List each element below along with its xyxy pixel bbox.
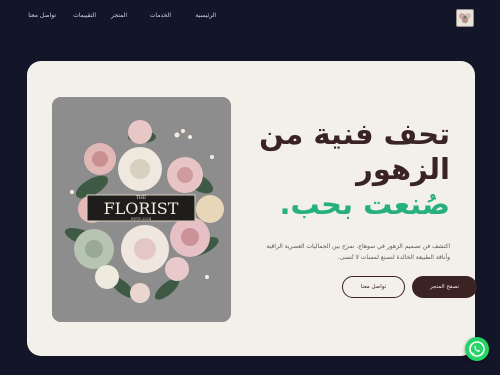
nav-link-home[interactable]: الرئيسية [195,12,216,19]
hero-section: THE FLORIST ESTD 2024 تحف فنية من الزهور… [27,61,477,356]
headline-line-1: تحف فنية من [259,117,450,151]
headline-line-3: صُنعت بحب. [279,187,450,221]
whatsapp-icon[interactable] [465,337,489,361]
top-navbar: الرئيسية الخدمات المتجر التقييمات تواصل … [0,0,500,38]
browse-store-button[interactable]: تصفح المتجر [412,276,477,298]
florist-bouquet-image: THE FLORIST ESTD 2024 [52,97,231,322]
brand-name-text: FLORIST [104,199,179,218]
nav-link-reviews[interactable]: التقييمات [73,12,96,19]
hero-description: اكتشف فن تصميم الزهور في سوهاج. نمزج بين… [266,243,450,261]
nav-links: الرئيسية الخدمات المتجر التقييمات تواصل … [26,12,216,24]
store-logo-icon[interactable] [456,9,474,27]
hero-headline: تحف فنية من الزهور صُنعت بحب. [240,117,450,222]
headline-line-2: الزهور [356,152,450,186]
nav-link-contact[interactable]: تواصل معنا [28,12,56,19]
contact-us-button[interactable]: تواصل معنا [342,276,405,298]
nav-link-services[interactable]: الخدمات [150,12,171,19]
nav-link-store[interactable]: المتجر [111,12,127,19]
brand-sub-text: ESTD 2024 [131,217,152,221]
